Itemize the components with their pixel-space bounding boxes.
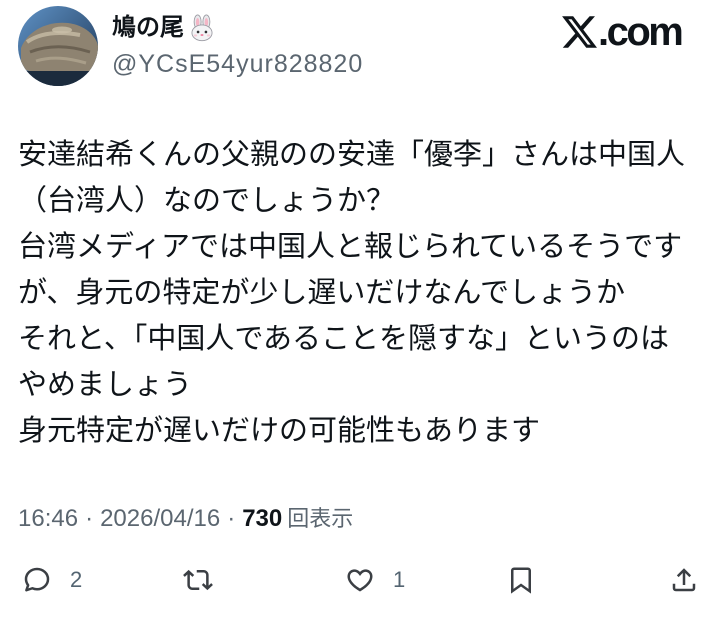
tweet-meta: 16:46 · 2026/04/16 · 730 回表示 [18,503,353,535]
reply-icon [24,567,50,592]
x-logo-icon [562,16,597,48]
author-name-row[interactable]: 鳩の尾 [112,11,216,45]
reply-button[interactable]: 2 [22,565,82,595]
avatar[interactable] [18,6,98,86]
tweet-text-line: それと、「中国人であることを隠すな」というのは [18,323,670,355]
repost-icon [183,569,213,591]
like-count: 1 [393,567,406,592]
brand-suffix: .com [598,10,684,54]
share-button[interactable] [669,565,699,595]
tweet-text-line: が、身元の特定が少し遅いだけなんでしょうか [18,277,625,309]
tweet-card: 鳩の尾 @YCsE54yur828820 .com 安達結希くんの父親のの安達「… [0,0,719,639]
rabbit-face-icon [188,14,216,42]
repost-button[interactable] [183,565,213,595]
bookmark-icon [511,567,531,594]
tweet-date[interactable]: 2026/04/16 [100,503,220,535]
tweet-text-line: （台湾人）なのでしょうか？ [18,185,396,217]
x-brand-logo[interactable]: .com [562,10,684,54]
tweet-text-line: やめましょう [18,369,193,401]
tweet-text: 安達結希くんの父親のの安達「優李」さんは中国人 （台湾人）なのでしょうか？ 台湾… [18,132,685,454]
views-label: 回表示 [287,506,354,531]
like-button[interactable]: 1 [345,565,405,595]
heart-icon [347,569,373,592]
tweet-text-line: 安達結希くんの父親のの安達「優李」さんは中国人 [18,139,686,171]
tweet-text-line: 身元特定が遅いだけの可能性もあります [18,415,541,447]
views-count: 730 [242,505,283,532]
share-icon [672,568,696,592]
reply-count: 2 [70,567,83,592]
tweet-text-line: 台湾メディアでは中国人と報じられているそうです [18,231,683,263]
author-handle[interactable]: @YCsE54yur828820 [112,48,363,80]
bookmark-button[interactable] [506,565,536,595]
avatar-image [18,6,98,86]
meta-separator: · [85,505,94,532]
display-name[interactable]: 鳩の尾 [112,11,184,45]
meta-separator: · [227,505,236,532]
tweet-time[interactable]: 16:46 [18,503,78,535]
